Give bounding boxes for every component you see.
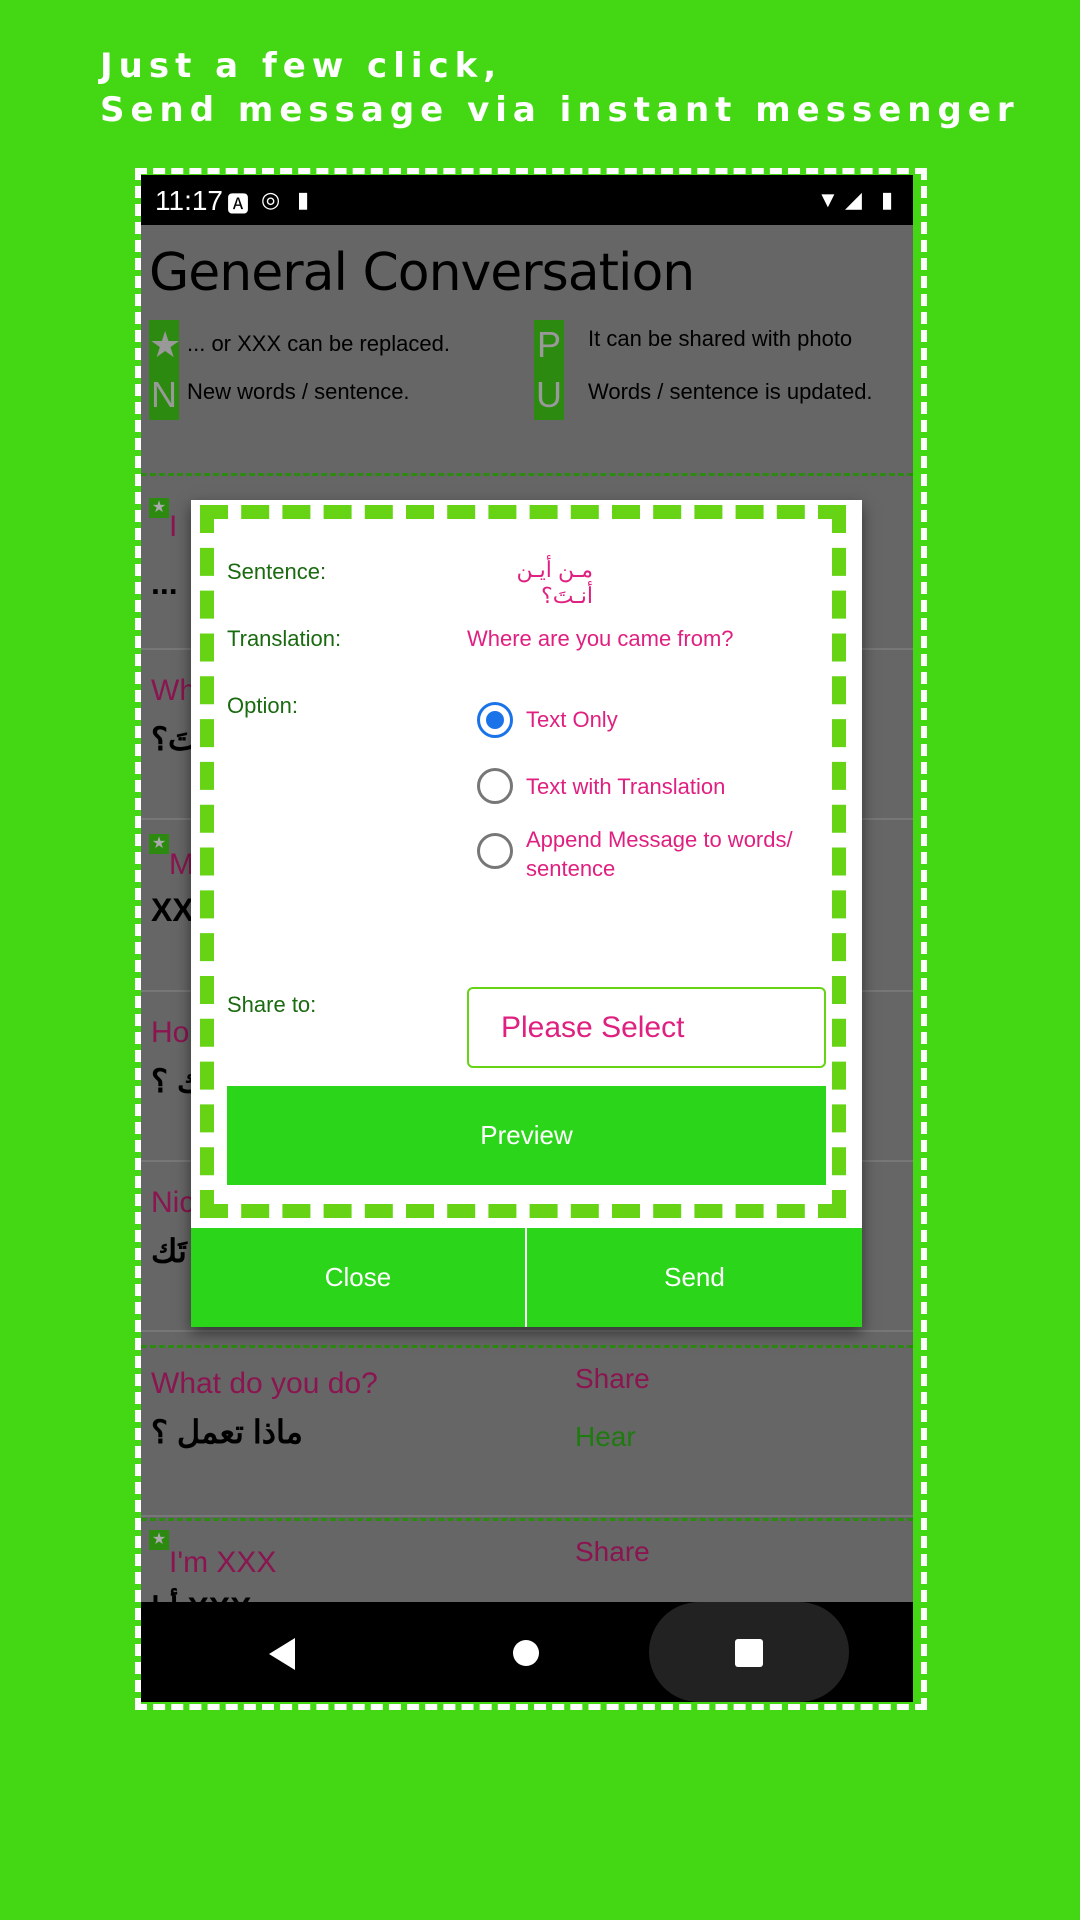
headline: Just a few click, Send message via insta…: [100, 44, 1020, 132]
page-title: General Conversation: [149, 243, 695, 303]
close-button[interactable]: Close: [191, 1228, 526, 1327]
star-icon: ★: [149, 498, 169, 518]
option-label: Option:: [227, 693, 298, 718]
photo-badge-icon: P: [534, 320, 564, 370]
new-badge-icon: N: [149, 370, 179, 420]
share-link[interactable]: Share: [575, 1536, 650, 1568]
sentence-value: مـن أيـن أنـتَ؟: [516, 557, 593, 608]
battery-icon: ▮: [881, 187, 894, 212]
item-english: What do you do?: [151, 1367, 378, 1400]
legend-text: ... or XXX can be replaced.: [187, 331, 450, 356]
item-english: I: [169, 510, 178, 543]
back-icon[interactable]: [269, 1638, 295, 1670]
translation-value: Where are you came from?: [467, 626, 734, 651]
notification-a-icon: 🅰: [227, 192, 250, 217]
status-bar: 11:17 🅰 ◎ ▮ ▼ ◢ ▮: [141, 175, 913, 225]
legend-text: It can be shared with photo: [588, 326, 853, 351]
item-arabic: ماذا تعمل ؟: [151, 1414, 303, 1450]
sync-icon: ◎: [261, 187, 281, 212]
sd-card-icon: ▮: [297, 187, 310, 212]
updated-badge-icon: U: [534, 370, 564, 420]
radio-text-with-translation[interactable]: [477, 768, 513, 804]
item-arabic: تَك: [151, 1233, 187, 1269]
hear-link[interactable]: Hear: [575, 1421, 636, 1453]
item-english: Nic: [151, 1186, 195, 1219]
share-link[interactable]: Share: [575, 1363, 650, 1395]
list-item[interactable]: What do you do? ماذا تعمل ؟ Share Hear: [141, 1347, 913, 1517]
signal-icon: ◢: [845, 187, 862, 212]
sentence-label: Sentence:: [227, 559, 327, 584]
legend-text: Words / sentence is updated.: [588, 379, 873, 404]
share-to-select[interactable]: Please Select: [467, 987, 826, 1068]
preview-button[interactable]: Preview: [227, 1086, 826, 1185]
radio-text-only[interactable]: [477, 702, 513, 738]
wifi-off-icon: ▼: [817, 187, 839, 212]
legend-text: New words / sentence.: [187, 379, 410, 404]
share-to-label: Share to:: [227, 992, 317, 1017]
item-english: Ho: [151, 1016, 190, 1049]
option-append-message[interactable]: Append Message to words/ sentence: [526, 825, 826, 883]
status-time: 11:17: [155, 185, 223, 216]
star-icon: ★: [149, 1530, 169, 1550]
item-arabic: ...: [151, 565, 178, 601]
recents-icon[interactable]: [735, 1639, 763, 1667]
radio-append-message[interactable]: [477, 833, 513, 869]
home-icon[interactable]: [513, 1640, 539, 1666]
navigation-bar: [141, 1602, 913, 1702]
item-arabic: XX: [151, 892, 194, 928]
item-english: I'm XXX: [169, 1546, 277, 1579]
share-dialog: Sentence: مـن أيـن أنـتَ؟ Translation: W…: [191, 500, 862, 1327]
option-text-only[interactable]: Text Only: [526, 705, 618, 734]
headline-line-1: Just a few click,: [100, 46, 503, 86]
item-english: Wh: [151, 674, 196, 707]
send-button[interactable]: Send: [527, 1228, 862, 1327]
translation-label: Translation:: [227, 626, 342, 651]
option-text-with-translation[interactable]: Text with Translation: [526, 772, 725, 801]
headline-line-2: Send message via instant messenger: [100, 90, 1020, 130]
star-icon: ★: [149, 834, 169, 854]
divider: [141, 473, 913, 476]
star-badge-icon: ★: [149, 320, 181, 370]
